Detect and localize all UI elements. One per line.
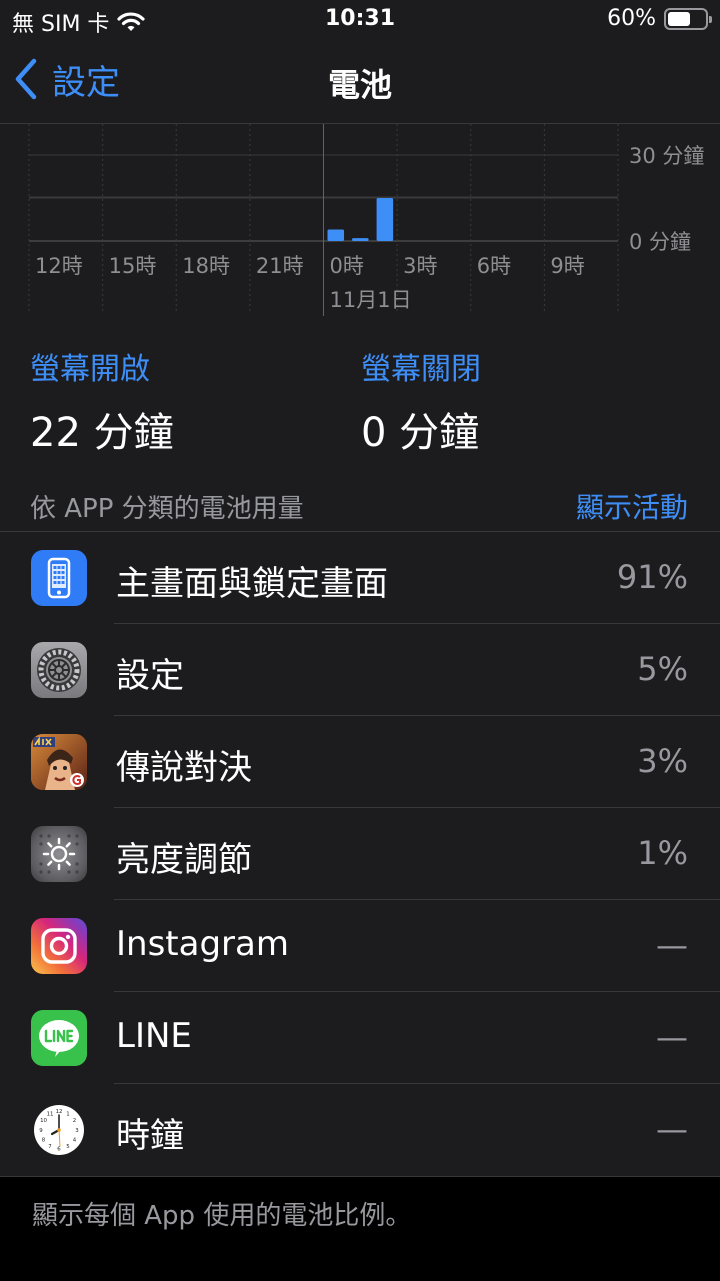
game-icon xyxy=(31,734,87,790)
chart-x-tick-label: 18時 xyxy=(182,254,230,278)
chart-x-tick-label: 0時 xyxy=(330,254,364,278)
chart-x-tick-label: 15時 xyxy=(109,254,157,278)
svg-text:4: 4 xyxy=(73,1138,77,1144)
app-name: 主畫面與鎖定畫面 xyxy=(116,564,388,604)
battery-level-fill xyxy=(668,11,690,26)
app-percentage: — xyxy=(656,1110,688,1148)
app-name: 時鐘 xyxy=(116,1116,184,1156)
svg-text:6: 6 xyxy=(57,1147,61,1153)
svg-text:1: 1 xyxy=(66,1112,69,1118)
footer-note: 顯示每個 App 使用的電池比例。 xyxy=(0,1176,720,1281)
app-name: 傳說對決 xyxy=(116,748,252,788)
app-row-instagram[interactable]: Instagram — xyxy=(0,900,720,992)
svg-text:11: 11 xyxy=(47,1112,54,1118)
section-title: 依 APP 分類的電池用量 xyxy=(30,494,304,524)
screen-on-value: 22 分鐘 xyxy=(30,410,174,456)
settings-gear-icon xyxy=(31,642,87,698)
app-row-game[interactable]: 傳說對決 3% xyxy=(0,716,720,808)
svg-text:8: 8 xyxy=(42,1138,46,1144)
app-row-clock[interactable]: 12 1 2 345 678 9 10 11 時鐘 — xyxy=(0,1084,720,1176)
app-name: Instagram xyxy=(116,924,289,964)
screen-off-label: 螢幕關閉 xyxy=(361,352,481,387)
svg-text:10: 10 xyxy=(40,1118,47,1124)
app-percentage: 91% xyxy=(616,558,688,596)
footer-text: 顯示每個 App 使用的電池比例。 xyxy=(32,1201,412,1231)
svg-text:7: 7 xyxy=(48,1144,51,1150)
page-title: 電池 xyxy=(327,66,392,104)
chart-bar xyxy=(352,238,369,241)
app-percentage: — xyxy=(656,1018,688,1056)
chart-x-tick-label: 3時 xyxy=(403,254,437,278)
chart-y-tick-label: 30 分鐘 xyxy=(629,144,704,168)
chart-bar xyxy=(376,198,394,241)
navigation-bar: 設定 電池 xyxy=(0,40,720,124)
battery-status: 60% xyxy=(607,6,712,31)
screen-off-value: 0 分鐘 xyxy=(361,410,480,456)
battery-icon xyxy=(664,7,712,30)
screen-on-summary: 螢幕開啟 22 分鐘 xyxy=(30,344,174,458)
app-name: 設定 xyxy=(116,656,184,696)
chart-y-tick-label: 0 分鐘 xyxy=(629,230,691,254)
app-percentage: 3% xyxy=(637,742,688,780)
screen-off-summary: 螢幕關閉 0 分鐘 xyxy=(361,344,481,458)
svg-text:9: 9 xyxy=(39,1128,43,1134)
app-usage-list: 主畫面與鎖定畫面 91% 設定 5% 傳說對決 3% 亮度調節 1% Insta… xyxy=(0,532,720,1176)
app-usage-section-header: 依 APP 分類的電池用量 顯示活動 xyxy=(0,470,720,532)
app-row-line[interactable]: LINE — xyxy=(0,992,720,1084)
app-name: 亮度調節 xyxy=(116,840,252,880)
show-activity-button[interactable]: 顯示活動 xyxy=(576,486,688,526)
chart-x-tick-label: 21時 xyxy=(256,254,304,278)
svg-text:3: 3 xyxy=(75,1128,78,1134)
app-row-home-lock-screen[interactable]: 主畫面與鎖定畫面 91% xyxy=(0,532,720,624)
app-row-brightness[interactable]: 亮度調節 1% xyxy=(0,808,720,900)
battery-percent: 60% xyxy=(607,6,656,31)
instagram-icon xyxy=(31,918,87,974)
chart-x-tick-label: 12時 xyxy=(35,254,83,278)
chart-date-label: 11月1日 xyxy=(330,288,412,312)
status-bar: 無 SIM 卡 10:31 60% xyxy=(0,0,720,40)
app-name: LINE xyxy=(116,1016,192,1056)
svg-text:5: 5 xyxy=(66,1144,69,1150)
screen-on-label: 螢幕開啟 xyxy=(30,352,150,387)
chart-x-tick-label: 9時 xyxy=(550,254,584,278)
chart-bar xyxy=(327,229,345,241)
battery-usage-chart: 12時 15時 18時 21時 0時 3時 6時 9時 11月1日 30 分鐘 0 分鐘 xyxy=(28,124,704,316)
chart-x-tick-label: 6時 xyxy=(477,254,511,278)
clock-icon: 12 1 2 345 678 9 10 11 xyxy=(31,1102,87,1158)
app-row-settings[interactable]: 設定 5% xyxy=(0,624,720,716)
line-icon xyxy=(31,1010,87,1066)
svg-text:2: 2 xyxy=(73,1118,76,1124)
svg-text:12: 12 xyxy=(56,1109,63,1115)
app-percentage: 5% xyxy=(637,650,688,688)
home-lock-screen-icon xyxy=(31,550,87,606)
brightness-icon xyxy=(31,826,87,882)
battery-screen: 無 SIM 卡 10:31 60% 設定 電池 12時 15時 18時 21時 0時 3時… xyxy=(0,0,720,1281)
app-percentage: 1% xyxy=(637,834,688,872)
app-percentage: — xyxy=(656,926,688,964)
